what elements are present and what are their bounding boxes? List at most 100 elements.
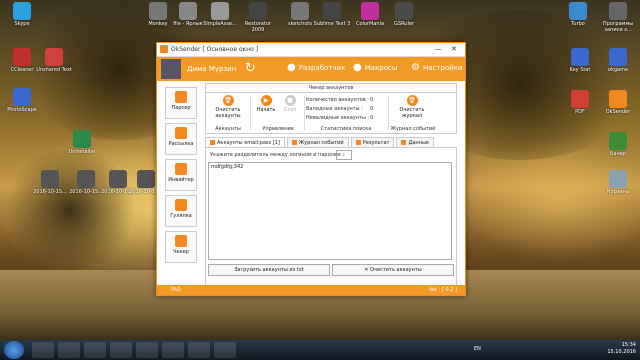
taskbar-app-icon[interactable] <box>136 342 158 358</box>
uninstaller-icon <box>73 130 91 148</box>
close-button[interactable]: ✕ <box>447 44 461 54</box>
stop-icon: ■ <box>284 95 296 106</box>
macros-button[interactable]: ● Макросы <box>353 62 397 73</box>
tab-data[interactable]: Данные <box>396 137 434 147</box>
desktop-icon-restorator[interactable]: Restorator 2009 <box>238 2 278 33</box>
pdf-icon <box>571 90 589 108</box>
window-title: OkSender [ Основное окно ] <box>171 46 259 53</box>
desktop-icon-pdf[interactable]: PDF <box>560 90 600 115</box>
desktop-icon-uninstaller[interactable]: Uninstaller <box>62 130 102 155</box>
accounts-textarea[interactable]: mdfgdfg;342 <box>208 162 452 260</box>
data-icon <box>401 140 407 145</box>
separator-input[interactable]: : <box>336 150 352 160</box>
settings-button[interactable]: ⚙ Настройки <box>411 62 463 73</box>
desktop-icon-keystat[interactable]: Key Stat <box>560 48 600 73</box>
desktop-icon-simpleasse[interactable]: SimpleAsse... <box>200 2 240 27</box>
language-indicator[interactable]: EN <box>474 346 481 352</box>
stat-total: Количество аккаунтов :0 <box>306 97 374 103</box>
desktop-icon-photoscape[interactable]: PhotoScape <box>2 88 42 113</box>
control-group: ▶ Начать ■ Стоп <box>254 95 302 113</box>
log-group: 🗑 Очистить журнал <box>392 95 432 119</box>
play-icon: ▶ <box>260 95 272 106</box>
taskbar-app-icon[interactable] <box>214 342 236 358</box>
ruler-icon <box>395 2 413 20</box>
desktop-icon-file-1[interactable]: 2016-10-15... <box>30 170 70 195</box>
keyboard-icon <box>571 48 589 66</box>
start-button[interactable]: ▶ Начать <box>254 95 278 113</box>
taskbar-app-icon[interactable] <box>84 342 106 358</box>
desktop-icon-sublime[interactable]: Sublime Text 3 <box>312 2 352 27</box>
desktop-icon-gsruler[interactable]: GSRuler <box>384 2 424 27</box>
trash-icon: 🗑 <box>222 95 234 106</box>
image-file-icon <box>137 170 155 188</box>
clock[interactable]: 15:34 15.10.2016 <box>607 342 636 356</box>
oksender-window: OkSender [ Основное окно ] — ✕ Дима Мурз… <box>156 42 466 296</box>
title-bar: OkSender [ Основное окно ] — ✕ <box>157 43 465 57</box>
stats-group-label: Статистика поиска <box>320 126 372 132</box>
clear-log-button[interactable]: 🗑 Очистить журнал <box>392 95 432 119</box>
divider <box>250 96 251 130</box>
app-icon <box>291 2 309 20</box>
desktop-icon-banner[interactable]: Банер <box>598 132 638 157</box>
taskbar-app-icon[interactable] <box>188 342 210 358</box>
sidebar-item-checker[interactable]: Чекер <box>165 231 197 263</box>
result-icon <box>355 140 361 145</box>
tab-event-log[interactable]: Журнал событий <box>286 137 349 147</box>
sidebar-item-parser[interactable]: Парсер <box>165 87 197 119</box>
turbo-icon <box>569 2 587 20</box>
taskbar-explorer-icon[interactable] <box>32 342 54 358</box>
tab-accounts[interactable]: Аккаунты email:pass [1] <box>205 137 285 147</box>
app-logo-icon <box>160 45 168 53</box>
sublime-icon <box>323 2 341 20</box>
sidebar-item-inviter[interactable]: Инвайтер <box>165 159 197 191</box>
tab-result[interactable]: Результат <box>350 137 395 147</box>
trash-icon: 🗑 <box>406 95 418 106</box>
desktop-icon-recycle-bin[interactable]: Корзина <box>598 170 638 195</box>
desktop-icon-oksender[interactable]: OkSender <box>598 90 638 115</box>
skype-icon <box>13 2 31 20</box>
version-label: Ver : [ 0.2 ] <box>428 287 457 293</box>
start-button-windows[interactable] <box>4 341 24 359</box>
text-icon <box>45 48 63 66</box>
accounts-tab-content: Укажите разделитель между логином и паро… <box>205 148 457 291</box>
divider <box>388 96 389 130</box>
user-icon: ● <box>287 62 296 73</box>
desktop-icon-recorder[interactable]: Программы записи э... <box>598 2 638 33</box>
mail-icon <box>175 127 187 139</box>
avatar[interactable] <box>161 59 181 79</box>
taskbar-chrome-icon[interactable] <box>58 342 80 358</box>
load-accounts-button[interactable]: Загрузить аккаунты из txt <box>208 264 330 276</box>
log-group-label: Журнал событий <box>390 126 436 132</box>
desktop-icon-skype[interactable]: Skype <box>2 2 42 27</box>
clear-accounts-bottom-button[interactable]: ✕ Очистить аккаунты <box>332 264 454 276</box>
divider <box>304 96 305 130</box>
control-group-label: Управление <box>262 126 294 132</box>
tab-bar: Аккаунты email:pass [1] Журнал событий Р… <box>205 137 457 148</box>
accounts-group: 🗑 Очистить аккаунты <box>210 95 246 119</box>
refresh-icon[interactable]: ↻ <box>245 61 256 76</box>
desktop-icon-unshared[interactable]: Unshared Text <box>34 48 74 73</box>
recorder-icon <box>609 2 627 20</box>
status-bar: FAQ Ver : [ 0.2 ] <box>157 285 465 295</box>
sidebar-item-mailing[interactable]: Рассылка <box>165 123 197 155</box>
developer-button[interactable]: ● Разработчик <box>287 62 345 73</box>
stat-valid: Валидные аккаунты :0 <box>306 106 374 112</box>
image-file-icon <box>109 170 127 188</box>
panel-title: Чекер аккаунтов <box>205 83 457 93</box>
image-file-icon <box>77 170 95 188</box>
banner-icon <box>609 132 627 150</box>
faq-link[interactable]: FAQ <box>171 287 181 293</box>
desktop-icon-turbo[interactable]: Turbo <box>558 2 598 27</box>
taskbar-oksender-icon[interactable] <box>162 342 184 358</box>
desktop-icon-okgame[interactable]: okgame <box>598 48 638 73</box>
stop-button[interactable]: ■ Стоп <box>278 95 302 113</box>
taskbar-app-icon[interactable] <box>110 342 132 358</box>
sidebar-item-walker[interactable]: Гулялка <box>165 195 197 227</box>
thumbs-up-icon <box>175 163 187 175</box>
separator-label: Укажите разделитель между логином и паро… <box>210 152 344 158</box>
recycle-bin-icon <box>609 170 627 188</box>
app-icon <box>609 48 627 66</box>
taskbar: EN 15:34 15.10.2016 <box>0 340 640 360</box>
clear-accounts-button[interactable]: 🗑 Очистить аккаунты <box>210 95 246 119</box>
minimize-button[interactable]: — <box>431 44 445 54</box>
